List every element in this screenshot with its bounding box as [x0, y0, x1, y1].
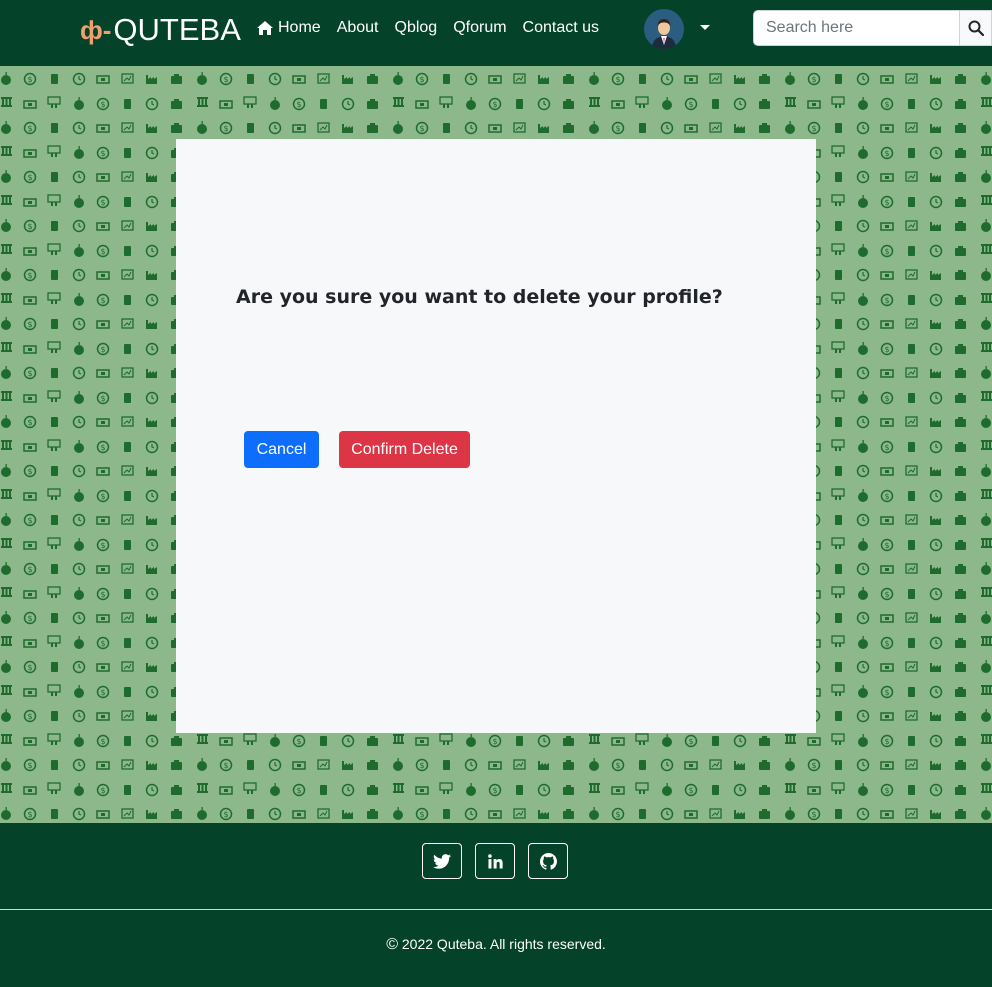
user-menu-caret-icon[interactable] — [700, 25, 710, 30]
linkedin-link[interactable] — [475, 843, 515, 879]
twitter-icon — [433, 853, 451, 869]
copyright-label: 2022 Quteba. All rights reserved. — [401, 936, 606, 952]
nav-qforum[interactable]: Qforum — [453, 17, 506, 39]
footer: © 2022 Quteba. All rights reserved. — [0, 823, 992, 987]
linkedin-icon — [487, 853, 503, 869]
nav-qblog[interactable]: Qblog — [395, 17, 438, 39]
user-avatar[interactable] — [644, 9, 684, 49]
brand-logo[interactable]: ф- QUTEBA — [80, 10, 241, 50]
brand-name: QUTEBA — [113, 12, 241, 47]
nav-contact[interactable]: Contact us — [523, 17, 599, 39]
search-icon — [968, 20, 984, 36]
copyright-icon: © — [386, 936, 398, 953]
twitter-link[interactable] — [422, 843, 462, 879]
cancel-button[interactable]: Cancel — [244, 431, 319, 468]
nav-home-label: Home — [278, 19, 321, 36]
github-link[interactable] — [528, 843, 568, 879]
user-avatar-icon — [644, 9, 684, 49]
search-button[interactable] — [960, 10, 992, 46]
confirm-delete-button[interactable]: Confirm Delete — [339, 431, 470, 468]
nav-home[interactable]: Home — [256, 17, 321, 39]
nav-about[interactable]: About — [337, 17, 379, 39]
main-nav: Home About Qblog Qforum Contact us — [256, 17, 615, 39]
search-input[interactable] — [753, 10, 960, 46]
navbar: ф- QUTEBA Home About Qblog Qforum Contac… — [0, 0, 992, 66]
brand-mark-icon: ф- — [80, 14, 112, 45]
patterned-background: $ — [0, 66, 992, 823]
github-icon — [539, 852, 557, 870]
footer-divider — [0, 909, 992, 910]
delete-profile-card: Are you sure you want to delete your pro… — [176, 139, 816, 733]
copyright-text: © 2022 Quteba. All rights reserved. — [0, 936, 992, 954]
home-icon — [257, 21, 273, 35]
delete-confirmation-question: Are you sure you want to delete your pro… — [236, 286, 723, 308]
